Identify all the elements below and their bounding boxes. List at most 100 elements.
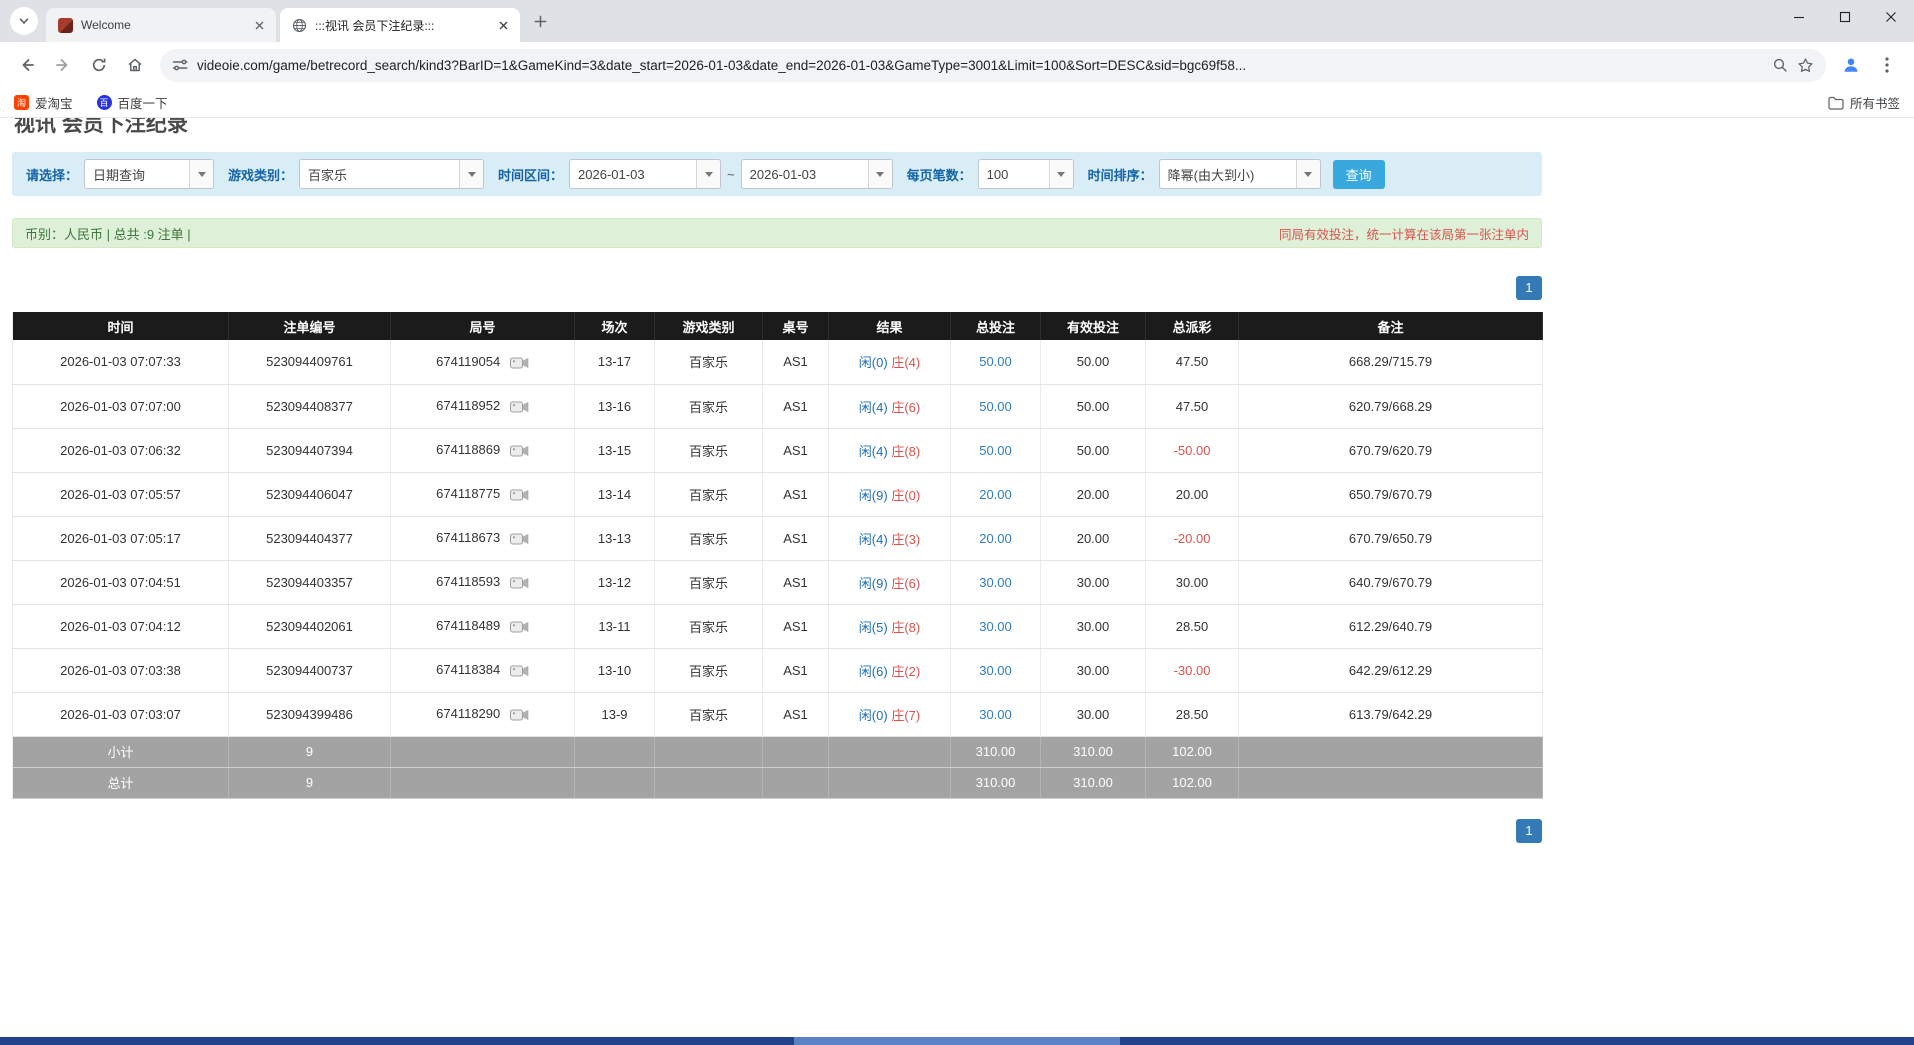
cell-total-bet: 50.00 — [951, 340, 1041, 384]
chevron-down-icon[interactable] — [1296, 160, 1320, 188]
close-tab-icon[interactable] — [250, 16, 268, 34]
game-type-select[interactable]: 百家乐 — [299, 159, 484, 189]
table-row: 2026-01-03 07:04:12523094402061674118489… — [13, 604, 1543, 648]
bookmark-star-icon[interactable] — [1797, 57, 1814, 74]
cell-game: 百家乐 — [655, 516, 763, 560]
subtotal-payout: 102.00 — [1146, 736, 1239, 767]
cell-payout: 47.50 — [1146, 340, 1239, 384]
cell-round: 674118775 — [391, 472, 575, 516]
cell-game: 百家乐 — [655, 384, 763, 428]
summary-bar: 币别：人民币 | 总共 :9 注单 | 同局有效投注，统一计算在该局第一张注单内 — [12, 218, 1542, 248]
cell-valid-bet: 50.00 — [1041, 384, 1146, 428]
total-bet-link[interactable]: 50.00 — [979, 399, 1012, 414]
forward-button[interactable] — [46, 48, 80, 82]
cell-session: 13-14 — [575, 472, 655, 516]
header-session: 场次 — [575, 312, 655, 340]
cell-note: 650.79/670.79 — [1239, 472, 1543, 516]
total-bet-link[interactable]: 20.00 — [979, 531, 1012, 546]
bookmark-taobao[interactable]: 淘 爱淘宝 — [14, 93, 73, 112]
total-bet-link[interactable]: 50.00 — [979, 443, 1012, 458]
cell-valid-bet: 20.00 — [1041, 472, 1146, 516]
video-replay-icon[interactable] — [510, 488, 529, 502]
table-row: 2026-01-03 07:05:17523094404377674118673… — [13, 516, 1543, 560]
subtotal-count: 9 — [229, 736, 391, 767]
url-bar[interactable]: videoie.com/game/betrecord_search/kind3?… — [160, 49, 1826, 82]
back-button[interactable] — [10, 48, 44, 82]
total-row: 总计 9 310.00 310.00 102.00 — [13, 767, 1543, 798]
result-banker: 庄(3) — [891, 532, 920, 547]
time-sort-select[interactable]: 降幂(由大到小) — [1159, 159, 1321, 189]
video-replay-icon[interactable] — [510, 532, 529, 546]
video-replay-icon[interactable] — [510, 444, 529, 458]
close-tab-icon[interactable] — [494, 16, 512, 34]
video-replay-icon[interactable] — [510, 400, 529, 414]
cell-time: 2026-01-03 07:06:32 — [13, 428, 229, 472]
total-count: 9 — [229, 767, 391, 798]
date-start-input[interactable]: 2026-01-03 — [569, 159, 721, 189]
video-replay-icon[interactable] — [510, 664, 529, 678]
video-replay-icon[interactable] — [510, 576, 529, 590]
cell-total-bet: 30.00 — [951, 648, 1041, 692]
video-replay-icon[interactable] — [510, 708, 529, 722]
total-bet-link[interactable]: 30.00 — [979, 663, 1012, 678]
page-1-button[interactable]: 1 — [1516, 819, 1542, 843]
subtotal-valid-bet: 310.00 — [1041, 736, 1146, 767]
header-game: 游戏类别 — [655, 312, 763, 340]
result-player: 闲(4) — [859, 400, 888, 415]
search-button[interactable]: 查询 — [1333, 160, 1385, 189]
maximize-button[interactable] — [1822, 0, 1868, 34]
total-bet-link[interactable]: 30.00 — [979, 619, 1012, 634]
zoom-icon[interactable] — [1772, 57, 1788, 73]
total-bet-link[interactable]: 50.00 — [979, 354, 1012, 369]
bookmark-baidu[interactable]: 百 百度一下 — [97, 93, 168, 112]
query-type-value: 日期查询 — [85, 165, 189, 184]
query-type-select[interactable]: 日期查询 — [84, 159, 214, 189]
chevron-down-icon[interactable] — [189, 160, 213, 188]
all-bookmarks-button[interactable]: 所有书签 — [1828, 93, 1900, 112]
currency-summary: 币别：人民币 | 总共 :9 注单 | — [25, 224, 191, 243]
tab-search-button[interactable] — [10, 7, 38, 35]
date-start-value: 2026-01-03 — [570, 167, 696, 182]
page-title-clipped: 视讯 会员下注纪录 — [14, 118, 1542, 134]
valid-bet-notice: 同局有效投注，统一计算在该局第一张注单内 — [1279, 224, 1529, 243]
total-bet-link[interactable]: 20.00 — [979, 487, 1012, 502]
taobao-icon: 淘 — [14, 95, 29, 110]
new-tab-button[interactable] — [526, 7, 554, 35]
cell-note: 670.79/620.79 — [1239, 428, 1543, 472]
globe-favicon-icon — [292, 18, 307, 33]
chevron-down-icon[interactable] — [696, 160, 720, 188]
page-size-select[interactable]: 100 — [978, 159, 1074, 189]
profile-avatar[interactable] — [1834, 48, 1868, 82]
home-button[interactable] — [118, 48, 152, 82]
total-valid-bet: 310.00 — [1041, 767, 1146, 798]
reload-button[interactable] — [82, 48, 116, 82]
date-end-value: 2026-01-03 — [742, 167, 868, 182]
cell-time: 2026-01-03 07:04:51 — [13, 560, 229, 604]
result-banker: 庄(6) — [891, 576, 920, 591]
tab-title: :::视讯 会员下注纪录::: — [315, 17, 486, 34]
subtotal-label: 小计 — [13, 736, 229, 767]
cell-valid-bet: 50.00 — [1041, 428, 1146, 472]
date-end-input[interactable]: 2026-01-03 — [741, 159, 893, 189]
page-1-button[interactable]: 1 — [1516, 276, 1542, 300]
browser-menu-icon[interactable] — [1870, 48, 1904, 82]
minimize-button[interactable] — [1776, 0, 1822, 34]
video-replay-icon[interactable] — [510, 356, 529, 370]
chevron-down-icon[interactable] — [868, 160, 892, 188]
chevron-down-icon — [18, 15, 30, 27]
cell-bet-id: 523094404377 — [229, 516, 391, 560]
total-bet-link[interactable]: 30.00 — [979, 707, 1012, 722]
browser-toolbar: videoie.com/game/betrecord_search/kind3?… — [0, 42, 1914, 88]
video-replay-icon[interactable] — [510, 620, 529, 634]
tab-welcome[interactable]: Welcome — [46, 8, 276, 42]
site-settings-icon[interactable] — [172, 57, 188, 73]
tab-betrecord[interactable]: :::视讯 会员下注纪录::: — [280, 8, 520, 42]
range-separator: ~ — [727, 167, 735, 182]
close-window-button[interactable] — [1868, 0, 1914, 34]
chevron-down-icon[interactable] — [1049, 160, 1073, 188]
cell-round: 674118869 — [391, 428, 575, 472]
page-content: 视讯 会员下注纪录 请选择： 日期查询 游戏类别： 百家乐 时间区间： 2026… — [12, 118, 1542, 843]
chevron-down-icon[interactable] — [459, 160, 483, 188]
total-bet-link[interactable]: 30.00 — [979, 575, 1012, 590]
url-text[interactable]: videoie.com/game/betrecord_search/kind3?… — [197, 58, 1763, 73]
